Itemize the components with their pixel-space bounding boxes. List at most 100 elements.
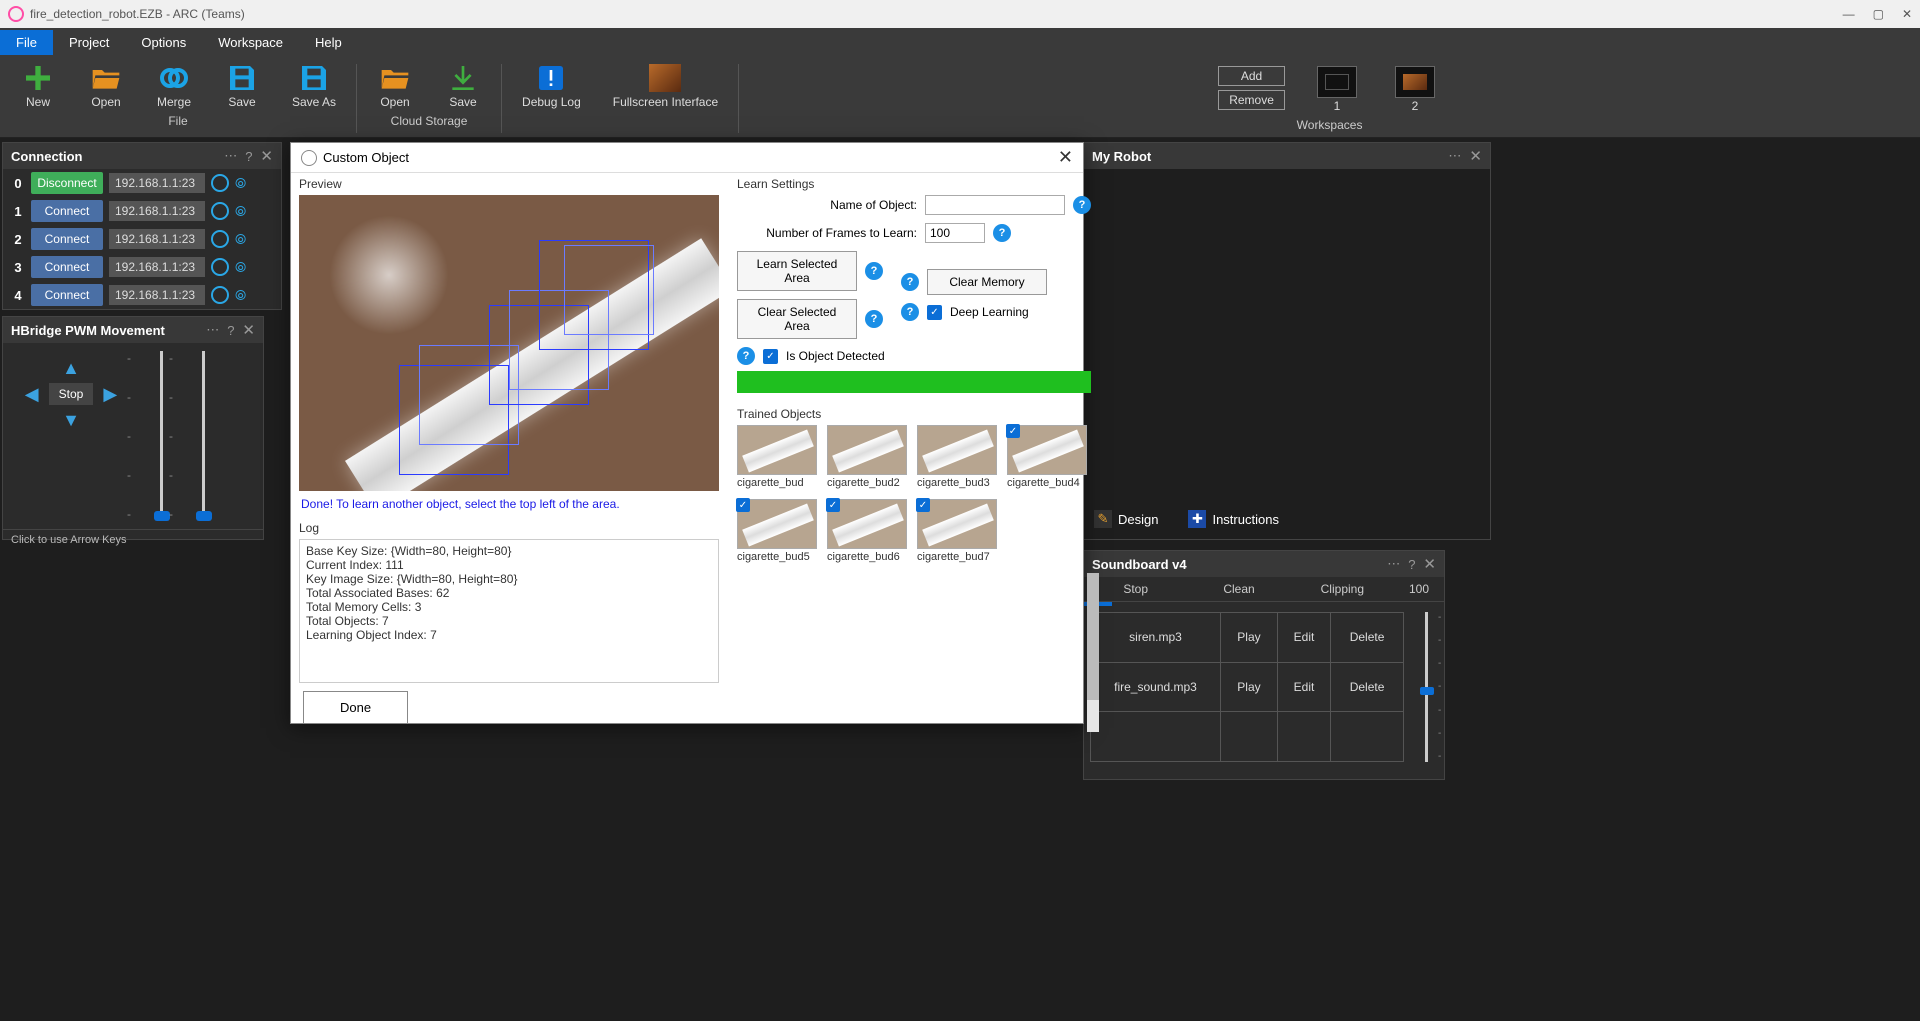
modal-close-button[interactable]: ✕ [1058, 147, 1073, 168]
done-button[interactable]: Done [303, 691, 408, 724]
help-icon[interactable]: ? [1073, 196, 1091, 214]
connect-button[interactable]: Connect [31, 228, 103, 250]
minimize-button[interactable]: — [1843, 7, 1855, 21]
refresh-icon[interactable] [211, 202, 229, 220]
connect-button[interactable]: Connect [31, 200, 103, 222]
save-button[interactable]: Save [218, 60, 266, 111]
menu-project[interactable]: Project [53, 30, 125, 55]
my-robot-panel: My Robot ⋯ ✕ [1083, 142, 1491, 540]
panel-menu-button[interactable]: ⋯ [1387, 556, 1400, 572]
panel-close-button[interactable]: ✕ [1423, 555, 1436, 573]
tab-instructions[interactable]: ✚ Instructions [1180, 506, 1286, 532]
menu-help[interactable]: Help [299, 30, 358, 55]
panel-menu-button[interactable]: ⋯ [206, 322, 219, 338]
new-button[interactable]: New [14, 60, 62, 111]
help-icon[interactable]: ? [865, 310, 883, 328]
trained-object[interactable]: cigarette_bud [737, 425, 817, 489]
deep-learning-checkbox[interactable]: ✓ [927, 305, 942, 320]
is-detected-checkbox[interactable]: ✓ [763, 349, 778, 364]
log-box[interactable]: Base Key Size: {Width=80, Height=80} Cur… [299, 539, 719, 683]
menu-workspace[interactable]: Workspace [202, 30, 299, 55]
delete-button[interactable]: Delete [1350, 630, 1385, 644]
panel-close-button[interactable]: ✕ [1469, 147, 1482, 165]
arrow-left-button[interactable]: ◀ [21, 383, 43, 405]
arrow-down-button[interactable]: ▼ [60, 409, 82, 431]
panel-help-button[interactable]: ? [245, 149, 252, 164]
refresh-icon[interactable] [211, 230, 229, 248]
volume-slider[interactable]: ------- [1414, 612, 1438, 762]
connect-button[interactable]: Connect [31, 256, 103, 278]
ip-field[interactable]: 192.168.1.1:23 [109, 173, 205, 193]
ip-field[interactable]: 192.168.1.1:23 [109, 229, 205, 249]
panel-menu-button[interactable]: ⋯ [1448, 148, 1461, 164]
connection-body: 0 Disconnect 192.168.1.1:23 ⦾ 1 Connect … [3, 169, 281, 309]
custom-object-dialog: Custom Object ✕ Preview Done! To learn a… [290, 142, 1084, 724]
refresh-icon[interactable] [211, 286, 229, 304]
panel-close-button[interactable]: ✕ [260, 147, 273, 165]
cloud-save-button[interactable]: Save [439, 60, 487, 111]
close-button[interactable]: ✕ [1902, 7, 1912, 21]
wifi-icon[interactable]: ⦾ [235, 287, 246, 304]
clear-memory-button[interactable]: Clear Memory [927, 269, 1047, 295]
wifi-icon[interactable]: ⦾ [235, 203, 246, 220]
workspace-2-button[interactable]: 2 [1389, 60, 1441, 115]
merge-button[interactable]: Merge [150, 60, 198, 111]
connection-panel: Connection ⋯ ? ✕ 0 Disconnect 192.168.1.… [2, 142, 282, 310]
connect-button[interactable]: Connect [31, 284, 103, 306]
workspace-1-button[interactable]: 1 [1311, 60, 1363, 115]
ip-field[interactable]: 192.168.1.1:23 [109, 285, 205, 305]
play-button[interactable]: Play [1237, 680, 1260, 694]
cloud-open-button[interactable]: Open [371, 60, 419, 111]
ip-field[interactable]: 192.168.1.1:23 [109, 201, 205, 221]
arrow-up-button[interactable]: ▲ [60, 357, 82, 379]
trained-object[interactable]: cigarette_bud7 [917, 499, 997, 563]
menu-file[interactable]: File [0, 30, 53, 55]
frames-input[interactable] [925, 223, 985, 243]
open-button[interactable]: Open [82, 60, 130, 111]
help-icon[interactable]: ? [901, 303, 919, 321]
wifi-icon[interactable]: ⦾ [235, 259, 246, 276]
image-icon [649, 62, 681, 94]
trained-object[interactable]: cigarette_bud6 [827, 499, 907, 563]
stop-button[interactable]: Stop [49, 383, 94, 405]
play-button[interactable]: Play [1237, 630, 1260, 644]
help-icon[interactable]: ? [901, 273, 919, 291]
panel-help-button[interactable]: ? [227, 323, 234, 338]
trained-object[interactable]: cigarette_bud3 [917, 425, 997, 489]
clear-selected-button[interactable]: Clear Selected Area [737, 299, 857, 339]
save-as-button[interactable]: Save As [286, 60, 342, 111]
help-icon[interactable]: ? [737, 347, 755, 365]
fullscreen-button[interactable]: Fullscreen Interface [607, 60, 724, 111]
workspace-remove-button[interactable]: Remove [1218, 90, 1285, 110]
object-name-input[interactable] [925, 195, 1065, 215]
save-icon [226, 62, 258, 94]
trained-object[interactable]: cigarette_bud4 [1007, 425, 1087, 489]
disconnect-button[interactable]: Disconnect [31, 172, 103, 194]
maximize-button[interactable]: ▢ [1873, 7, 1884, 21]
preview-image[interactable] [299, 195, 719, 491]
refresh-icon[interactable] [211, 174, 229, 192]
ip-field[interactable]: 192.168.1.1:23 [109, 257, 205, 277]
arrow-right-button[interactable]: ▶ [99, 383, 121, 405]
wifi-icon[interactable]: ⦾ [235, 175, 246, 192]
edit-button[interactable]: Edit [1294, 630, 1315, 644]
panel-close-button[interactable]: ✕ [242, 321, 255, 339]
delete-button[interactable]: Delete [1350, 680, 1385, 694]
help-icon[interactable]: ? [993, 224, 1011, 242]
trained-object[interactable]: cigarette_bud5 [737, 499, 817, 563]
panel-help-button[interactable]: ? [1408, 557, 1415, 572]
menu-options[interactable]: Options [125, 30, 202, 55]
debug-log-button[interactable]: Debug Log [516, 60, 587, 111]
workspace-add-button[interactable]: Add [1218, 66, 1285, 86]
trained-object[interactable]: cigarette_bud2 [827, 425, 907, 489]
design-tabs: ✎ Design ✚ Instructions [1086, 506, 1287, 532]
wifi-icon[interactable]: ⦾ [235, 231, 246, 248]
scrollbar[interactable] [1087, 573, 1099, 732]
learn-selected-button[interactable]: Learn Selected Area [737, 251, 857, 291]
edit-button[interactable]: Edit [1294, 680, 1315, 694]
help-icon[interactable]: ? [865, 262, 883, 280]
refresh-icon[interactable] [211, 258, 229, 276]
speed-slider-right[interactable]: ----- [191, 351, 215, 521]
sound-clean-button[interactable]: Clean [1187, 577, 1290, 601]
panel-menu-button[interactable]: ⋯ [224, 148, 237, 164]
